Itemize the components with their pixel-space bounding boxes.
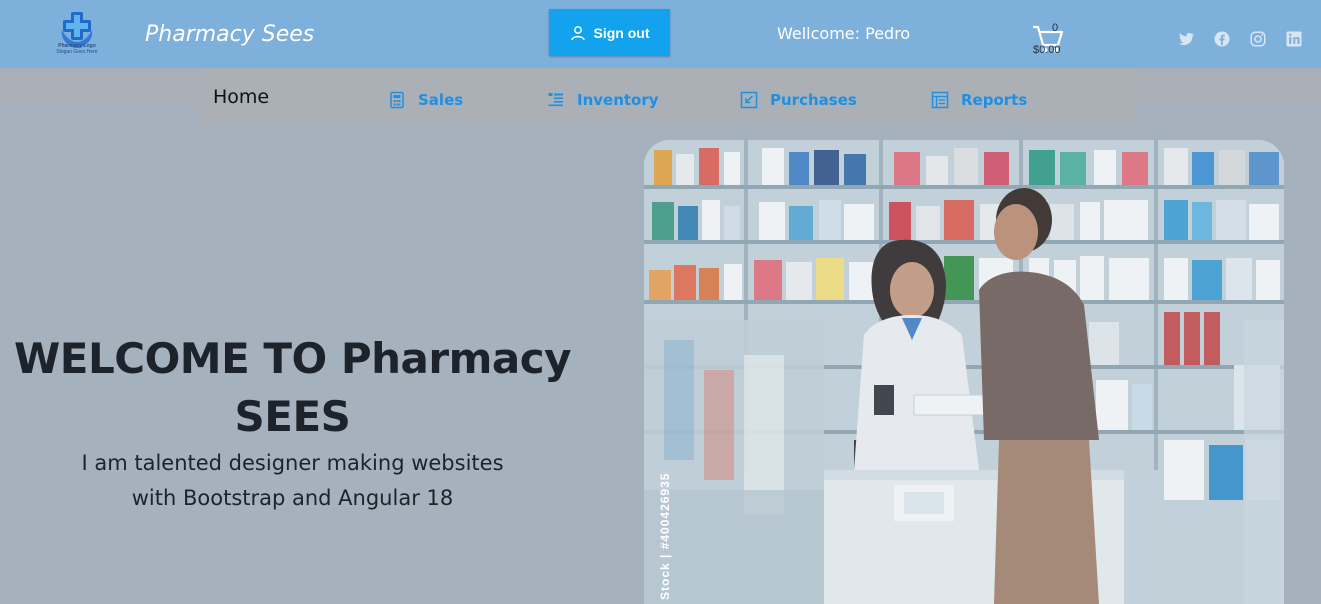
- nav-inventory-label: Inventory: [577, 91, 659, 109]
- hero-title: WELCOME TO Pharmacy SEES: [10, 330, 575, 446]
- welcome-text: Wellcome: Pedro: [777, 24, 911, 43]
- logo-caption: Pharmacy Logo Slogan Goes Here: [52, 43, 102, 55]
- nav-inventory-link[interactable]: Inventory: [547, 88, 659, 112]
- hero-title-line1: WELCOME TO Pharmacy: [13, 334, 572, 383]
- calculator-icon: [390, 91, 404, 109]
- cart-count: 0: [1052, 22, 1059, 34]
- sign-out-label: Sign out: [593, 24, 650, 41]
- user-icon: [570, 25, 585, 40]
- image-watermark: Stock | #400426935: [658, 472, 672, 600]
- instagram-icon[interactable]: [1249, 30, 1267, 48]
- cart-total: $0.00: [1033, 44, 1061, 56]
- facebook-icon[interactable]: [1213, 30, 1231, 48]
- twitter-icon[interactable]: [1177, 30, 1195, 48]
- hero-subtitle-line1: I am talented designer making websites: [81, 451, 504, 475]
- nav-home-link[interactable]: Home: [213, 86, 269, 108]
- nav-sales-label: Sales: [418, 91, 464, 109]
- pharmacy-photo: Stock | #400426935: [644, 140, 1284, 604]
- box-arrow-icon: [740, 91, 758, 109]
- logo-tagline: Slogan Goes Here: [56, 49, 98, 55]
- brand-title[interactable]: Pharmacy Sees: [145, 22, 314, 47]
- nav-reports-link[interactable]: Reports: [931, 88, 1027, 112]
- nav-sales-link[interactable]: Sales: [388, 88, 463, 112]
- list-icon: [548, 93, 563, 107]
- pharmacy-scene-illustration: [644, 140, 1284, 604]
- hero-title-line2: SEES: [234, 392, 351, 441]
- hero-subtitle: I am talented designer making websites w…: [50, 446, 535, 516]
- linkedin-icon[interactable]: [1285, 30, 1303, 48]
- report-icon: [931, 91, 949, 109]
- hero-subtitle-line2: with Bootstrap and Angular 18: [131, 486, 454, 510]
- nav-purchases-link[interactable]: Purchases: [740, 88, 857, 112]
- sign-out-button[interactable]: Sign out: [549, 9, 670, 56]
- nav-reports-label: Reports: [961, 91, 1028, 109]
- nav-purchases-label: Purchases: [770, 91, 857, 109]
